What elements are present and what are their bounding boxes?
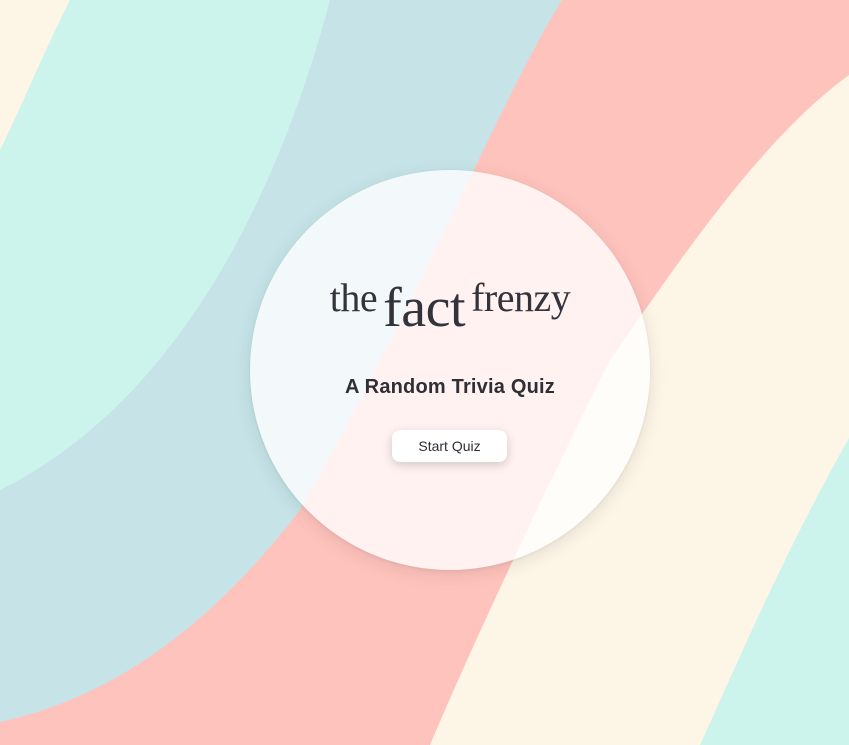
app-title: the fact frenzy: [250, 275, 650, 337]
title-word-the: the: [329, 275, 378, 320]
subtitle: A Random Trivia Quiz: [345, 376, 555, 398]
intro-card: the fact frenzy A Random Trivia Quiz Start…: [250, 170, 650, 570]
start-quiz-button[interactable]: Start Quiz: [392, 430, 507, 462]
title-word-frenzy: frenzy: [471, 275, 571, 320]
title-word-fact: fact: [383, 277, 466, 339]
